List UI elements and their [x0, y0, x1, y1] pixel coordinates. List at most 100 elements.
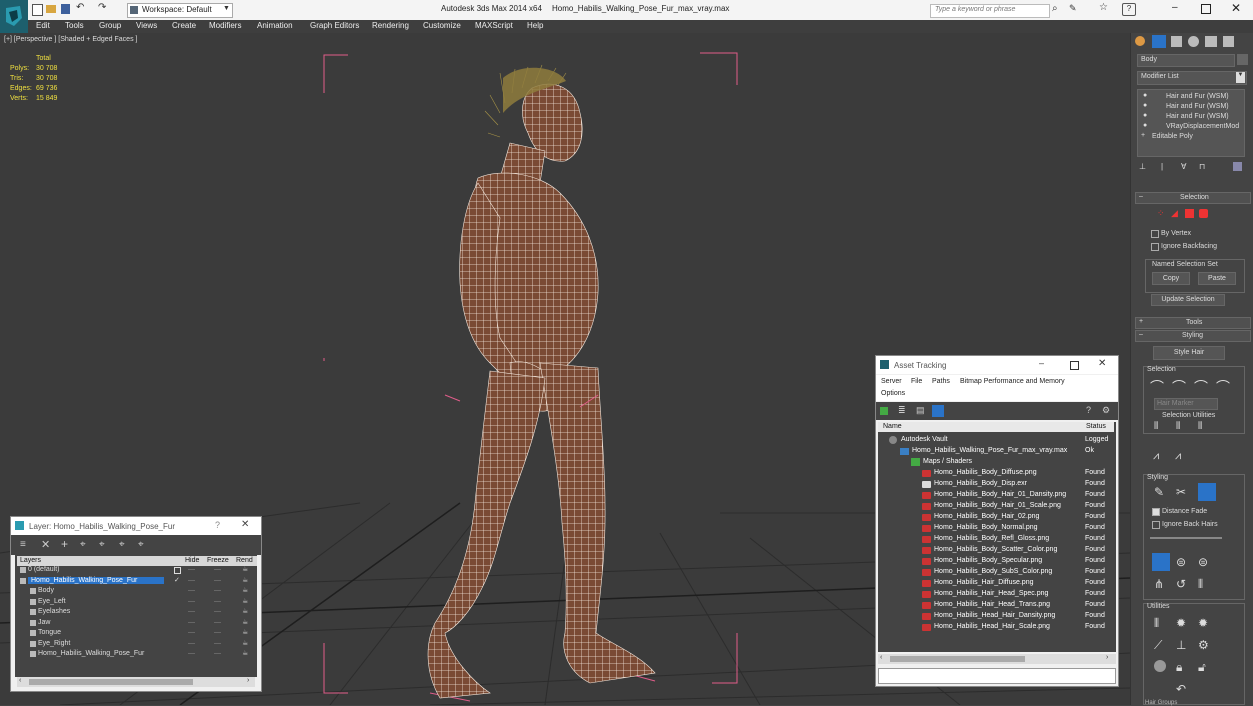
asset-menu-options[interactable]: Options — [881, 390, 905, 397]
asset-row[interactable]: Homo_Habilis_Body_Disp.exr Found — [879, 479, 1113, 490]
menu-tools[interactable]: Tools — [65, 21, 84, 30]
menu-maxscript[interactable]: MAXScript — [475, 21, 513, 30]
stack-item-vray-displacement[interactable]: ● VRayDisplacementMod — [1140, 122, 1244, 132]
asset-menu-paths[interactable]: Paths — [932, 378, 950, 385]
layer-row[interactable]: Eyelashes — — ☕︎ — [18, 607, 252, 617]
star-icon[interactable]: ☆ — [1099, 2, 1108, 13]
layer-row[interactable]: Eye_Right — — ☕︎ — [18, 639, 252, 649]
asset-row[interactable]: Homo_Habilis_Hair_Head_Spec.png Found — [879, 589, 1113, 600]
render-icon[interactable]: ☕︎ — [242, 597, 248, 605]
asset-row[interactable]: Homo_Habilis_Body_Hair_02.png Found — [879, 512, 1113, 523]
lock-icon[interactable]: 🔒︎ — [1176, 660, 1182, 675]
lightbulb-icon[interactable]: ● — [1143, 102, 1147, 109]
asset-row[interactable]: Homo_Habilis_Walking_Pose_Fur_max_vray.m… — [879, 446, 1113, 457]
layer-window-titlebar[interactable]: Layer: Homo_Habilis_Walking_Pose_Fur ? ✕ — [11, 517, 261, 535]
grid-view-icon[interactable] — [932, 405, 944, 417]
scale-icon[interactable]: ⫴ — [1198, 577, 1203, 592]
asset-row[interactable]: Homo_Habilis_Body_Specular.png Found — [879, 556, 1113, 567]
asset-menu-server[interactable]: Server — [881, 378, 902, 385]
layer-row[interactable]: Body — — ☕︎ — [18, 586, 252, 596]
hide-toggle[interactable]: — — [188, 566, 195, 573]
column-status[interactable]: Status — [1086, 423, 1106, 430]
menu-animation[interactable]: Animation — [257, 21, 293, 30]
asset-row[interactable]: Homo_Habilis_Body_Diffuse.png Found — [879, 468, 1113, 479]
save-file-icon[interactable] — [61, 4, 70, 14]
column-hide[interactable]: Hide — [185, 557, 199, 564]
menu-help[interactable]: Help — [527, 21, 543, 30]
layer-row[interactable]: Eye_Left — — ☕︎ — [18, 597, 252, 607]
maximize-icon[interactable] — [1201, 4, 1211, 14]
hair-brush-icon[interactable]: ✎ — [1154, 485, 1164, 499]
hide-all-icon[interactable]: ⌖ — [119, 539, 125, 550]
layer-row[interactable]: Tongue — — ☕︎ — [18, 628, 252, 638]
asset-scrollbar[interactable]: ‹ › — [878, 654, 1116, 664]
expand-icon[interactable]: + — [1141, 132, 1145, 139]
search-field[interactable]: Type a keyword or phrase — [930, 4, 1050, 18]
modify-tab-icon[interactable] — [1152, 35, 1166, 48]
hide-toggle[interactable]: — — [188, 640, 195, 647]
minimize-icon[interactable]: – — [1172, 2, 1178, 13]
create-tab-icon[interactable] — [1135, 36, 1145, 46]
copy-button[interactable]: Copy — [1152, 272, 1190, 285]
redo-icon[interactable]: ↷ — [98, 2, 106, 13]
pop-selected-icon[interactable]: ✹ — [1176, 616, 1186, 630]
freeze-toggle[interactable]: — — [214, 598, 221, 605]
modifier-list-dropdown[interactable]: Modifier List ▼ — [1137, 71, 1247, 85]
show-end-result-icon[interactable]: | — [1161, 162, 1163, 171]
asset-row[interactable]: Homo_Habilis_Hair_Diffuse.png Found — [879, 578, 1113, 589]
menu-create[interactable]: Create — [172, 21, 196, 30]
undo-icon[interactable]: ↶ — [1176, 682, 1186, 696]
vertex-icon[interactable]: ⁘ — [1157, 208, 1165, 219]
hide-toggle[interactable]: — — [188, 577, 195, 584]
close-icon[interactable]: ✕ — [1231, 1, 1241, 15]
stack-item-editable-poly[interactable]: + Editable Poly — [1140, 132, 1244, 142]
asset-row[interactable]: Autodesk Vault Logged — [879, 435, 1113, 446]
pin-stack-icon[interactable]: ⊥ — [1139, 162, 1146, 171]
render-icon[interactable]: ☕︎ — [242, 586, 248, 594]
scroll-right-icon[interactable]: › — [247, 677, 249, 684]
scroll-right-icon[interactable]: › — [1106, 654, 1108, 661]
recomb-icon[interactable]: ⟋ — [1154, 638, 1162, 653]
asset-row[interactable]: Homo_Habilis_Head_Hair_Scale.png Found — [879, 622, 1113, 633]
ignore-backfacing-checkbox[interactable] — [1151, 243, 1159, 251]
toggle-collisions-icon[interactable]: ⚙ — [1198, 638, 1209, 652]
rotate-icon[interactable]: ↺ — [1176, 577, 1186, 591]
layer-row[interactable]: Homo_Habilis_Walking_Pose_Fur — — ☕︎ — [18, 649, 252, 659]
utilities-tab-icon[interactable] — [1223, 36, 1234, 47]
menu-modifiers[interactable]: Modifiers — [209, 21, 241, 30]
lightbulb-icon[interactable]: ● — [1143, 122, 1147, 129]
select-hair-icon[interactable]: ⌒ — [1216, 377, 1230, 397]
expand-selection-icon[interactable]: ⫴ — [1198, 421, 1202, 432]
undo-icon[interactable]: ↶ — [76, 2, 84, 13]
polygon-icon[interactable] — [1199, 209, 1208, 218]
configure-sets-icon[interactable] — [1233, 162, 1242, 171]
render-icon[interactable]: ☕︎ — [242, 576, 248, 584]
help-icon[interactable]: ? — [215, 520, 220, 530]
brush-size-slider[interactable] — [1150, 537, 1222, 539]
highlight-selected-icon[interactable]: ⌖ — [99, 539, 105, 550]
toggle-hair-icon[interactable] — [1154, 660, 1166, 672]
hide-toggle[interactable]: — — [188, 650, 195, 657]
search-icon[interactable]: ⌕ — [1052, 3, 1058, 14]
freeze-toggle[interactable]: — — [214, 566, 221, 573]
current-layer-checkbox[interactable] — [174, 567, 181, 574]
list-view-icon[interactable]: ≣ — [898, 405, 906, 416]
column-render[interactable]: Rend — [236, 557, 253, 564]
asset-row[interactable]: Homo_Habilis_Body_Normal.png Found — [879, 523, 1113, 534]
freeze-toggle[interactable]: — — [214, 577, 221, 584]
object-color-swatch[interactable] — [1237, 54, 1248, 65]
select-hair-icon[interactable]: ⌒ — [1172, 377, 1186, 397]
attenuate-icon[interactable]: ⫴ — [1154, 616, 1159, 631]
selection-rollout-header[interactable]: – Selection — [1135, 192, 1251, 204]
help-icon[interactable]: ? — [1086, 405, 1091, 415]
menu-rendering[interactable]: Rendering — [372, 21, 409, 30]
display-tab-icon[interactable] — [1205, 36, 1217, 47]
asset-row[interactable]: Homo_Habilis_Body_SubS_Color.png Found — [879, 567, 1113, 578]
scroll-thumb[interactable] — [29, 679, 193, 685]
lightbulb-icon[interactable]: ● — [1143, 92, 1147, 99]
asset-row[interactable]: Homo_Habilis_Body_Hair_01_Dansity.png Fou… — [879, 490, 1113, 501]
render-icon[interactable]: ☕︎ — [242, 639, 248, 647]
homo-habilis-mesh[interactable] — [427, 83, 656, 699]
invert-selection-icon[interactable]: ⫴ — [1154, 421, 1158, 432]
menu-edit[interactable]: Edit — [36, 21, 50, 30]
